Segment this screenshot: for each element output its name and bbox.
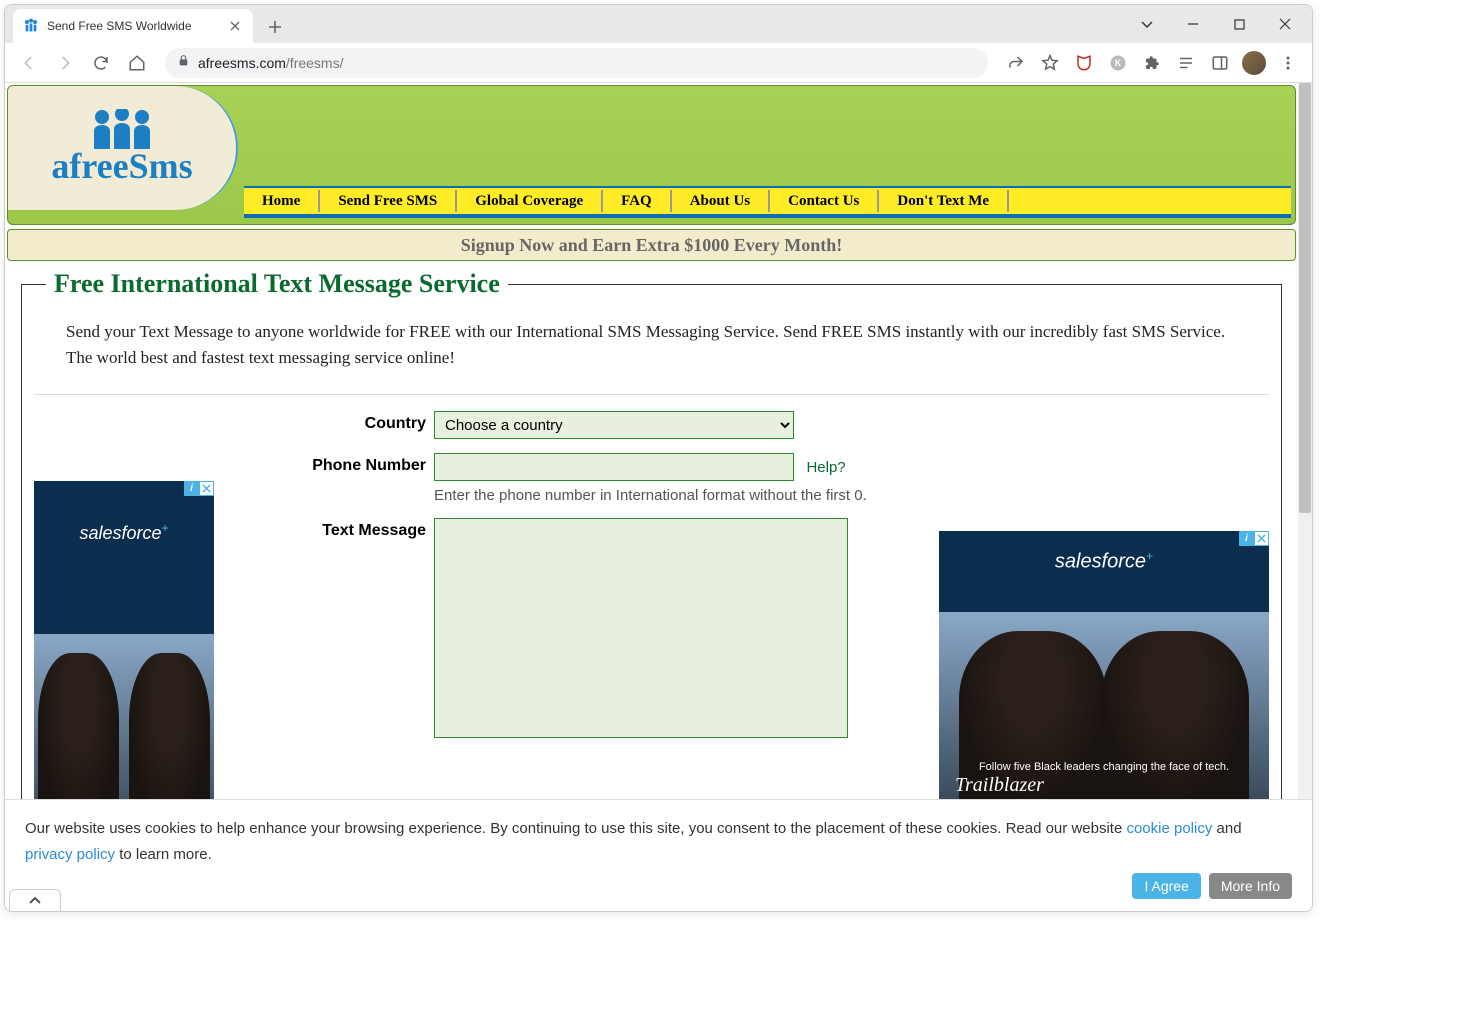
mcafee-icon[interactable] bbox=[1068, 47, 1100, 79]
phone-help-link[interactable]: Help? bbox=[806, 459, 845, 476]
cookie-agree-button[interactable]: I Agree bbox=[1132, 873, 1200, 899]
ad-right-caption: Follow five Black leaders changing the f… bbox=[939, 761, 1269, 773]
window-minimize-icon[interactable] bbox=[1170, 9, 1216, 39]
site-logo[interactable]: afreeSms bbox=[8, 86, 238, 210]
logo-text: afreeSms bbox=[51, 145, 192, 187]
expand-tab-button[interactable] bbox=[9, 889, 61, 911]
window-maximize-icon[interactable] bbox=[1216, 9, 1262, 39]
ad-close-icon[interactable] bbox=[199, 481, 214, 496]
cookie-policy-link[interactable]: cookie policy bbox=[1126, 820, 1212, 837]
ad-info-icon[interactable]: i bbox=[184, 481, 199, 496]
cookie-banner: Our website uses cookies to help enhance… bbox=[5, 799, 1312, 911]
nav-global-coverage[interactable]: Global Coverage bbox=[457, 190, 603, 212]
message-textarea[interactable] bbox=[434, 518, 848, 738]
browser-toolbar: afreesms.com/freesms/ K bbox=[5, 43, 1312, 83]
ad-right-image: Follow five Black leaders changing the f… bbox=[939, 612, 1269, 801]
ad-right-brand: salesforce+ bbox=[939, 531, 1269, 574]
sms-form-fieldset: Free International Text Message Service … bbox=[21, 269, 1282, 834]
address-bar[interactable]: afreesms.com/freesms/ bbox=[165, 48, 988, 78]
nav-forward-icon[interactable] bbox=[49, 47, 81, 79]
browser-tab[interactable]: Send Free SMS Worldwide bbox=[13, 9, 253, 43]
nav-home[interactable]: Home bbox=[244, 190, 320, 212]
cookie-text: Our website uses cookies to help enhance… bbox=[25, 816, 1292, 867]
promo-banner[interactable]: Signup Now and Earn Extra $1000 Every Mo… bbox=[7, 229, 1296, 261]
side-panel-icon[interactable] bbox=[1204, 47, 1236, 79]
cookie-more-info-button[interactable]: More Info bbox=[1209, 873, 1292, 899]
share-icon[interactable] bbox=[1000, 47, 1032, 79]
url-text: afreesms.com/freesms/ bbox=[198, 55, 344, 71]
extensions-puzzle-icon[interactable] bbox=[1136, 47, 1168, 79]
tabs-dropdown-icon[interactable] bbox=[1124, 9, 1170, 39]
ad-left-image bbox=[34, 634, 214, 821]
svg-text:K: K bbox=[1115, 58, 1122, 68]
country-label: Country bbox=[264, 411, 434, 433]
window-close-icon[interactable] bbox=[1262, 9, 1308, 39]
browser-title-bar: Send Free SMS Worldwide bbox=[5, 5, 1312, 43]
ad-right-tagline: Trailblazer bbox=[955, 774, 1044, 797]
new-tab-button[interactable] bbox=[261, 13, 289, 41]
nav-home-icon[interactable] bbox=[121, 47, 153, 79]
reading-list-icon[interactable] bbox=[1170, 47, 1202, 79]
scrollbar-thumb[interactable] bbox=[1299, 83, 1311, 513]
main-nav: Home Send Free SMS Global Coverage FAQ A… bbox=[244, 186, 1291, 218]
nav-send-free-sms[interactable]: Send Free SMS bbox=[320, 190, 457, 212]
profile-avatar[interactable] bbox=[1238, 47, 1270, 79]
ad-right[interactable]: i salesforce+ Follow five Black leaders … bbox=[939, 531, 1269, 801]
bookmark-star-icon[interactable] bbox=[1034, 47, 1066, 79]
phone-label: Phone Number bbox=[264, 453, 434, 475]
message-label: Text Message bbox=[264, 518, 434, 540]
ad-close-icon[interactable] bbox=[1254, 531, 1269, 546]
intro-text: Send your Text Message to anyone worldwi… bbox=[66, 319, 1237, 370]
nav-reload-icon[interactable] bbox=[85, 47, 117, 79]
vertical-scrollbar[interactable] bbox=[1298, 83, 1312, 911]
country-select[interactable]: Choose a country bbox=[434, 411, 794, 439]
nav-dont-text-me[interactable]: Don't Text Me bbox=[879, 190, 1009, 212]
extension-k-icon[interactable]: K bbox=[1102, 47, 1134, 79]
privacy-policy-link[interactable]: privacy policy bbox=[25, 846, 115, 863]
tab-title: Send Free SMS Worldwide bbox=[47, 19, 219, 33]
ad-info-icon[interactable]: i bbox=[1239, 531, 1254, 546]
ad-left[interactable]: i salesforce+ bbox=[34, 481, 214, 821]
phone-input[interactable] bbox=[434, 453, 794, 481]
tab-close-icon[interactable] bbox=[227, 18, 243, 34]
browser-menu-icon[interactable] bbox=[1272, 47, 1304, 79]
promo-text: Signup Now and Earn Extra $1000 Every Mo… bbox=[461, 235, 843, 256]
nav-about-us[interactable]: About Us bbox=[672, 190, 770, 212]
site-header: afreeSms Home Send Free SMS Global Cover… bbox=[7, 85, 1296, 225]
phone-hint: Enter the phone number in International … bbox=[434, 487, 899, 504]
lock-icon bbox=[177, 54, 190, 72]
nav-back-icon[interactable] bbox=[13, 47, 45, 79]
nav-contact-us[interactable]: Contact Us bbox=[770, 190, 879, 212]
page-heading: Free International Text Message Service bbox=[46, 269, 508, 299]
tab-favicon-icon bbox=[23, 18, 39, 34]
nav-faq[interactable]: FAQ bbox=[603, 190, 672, 212]
